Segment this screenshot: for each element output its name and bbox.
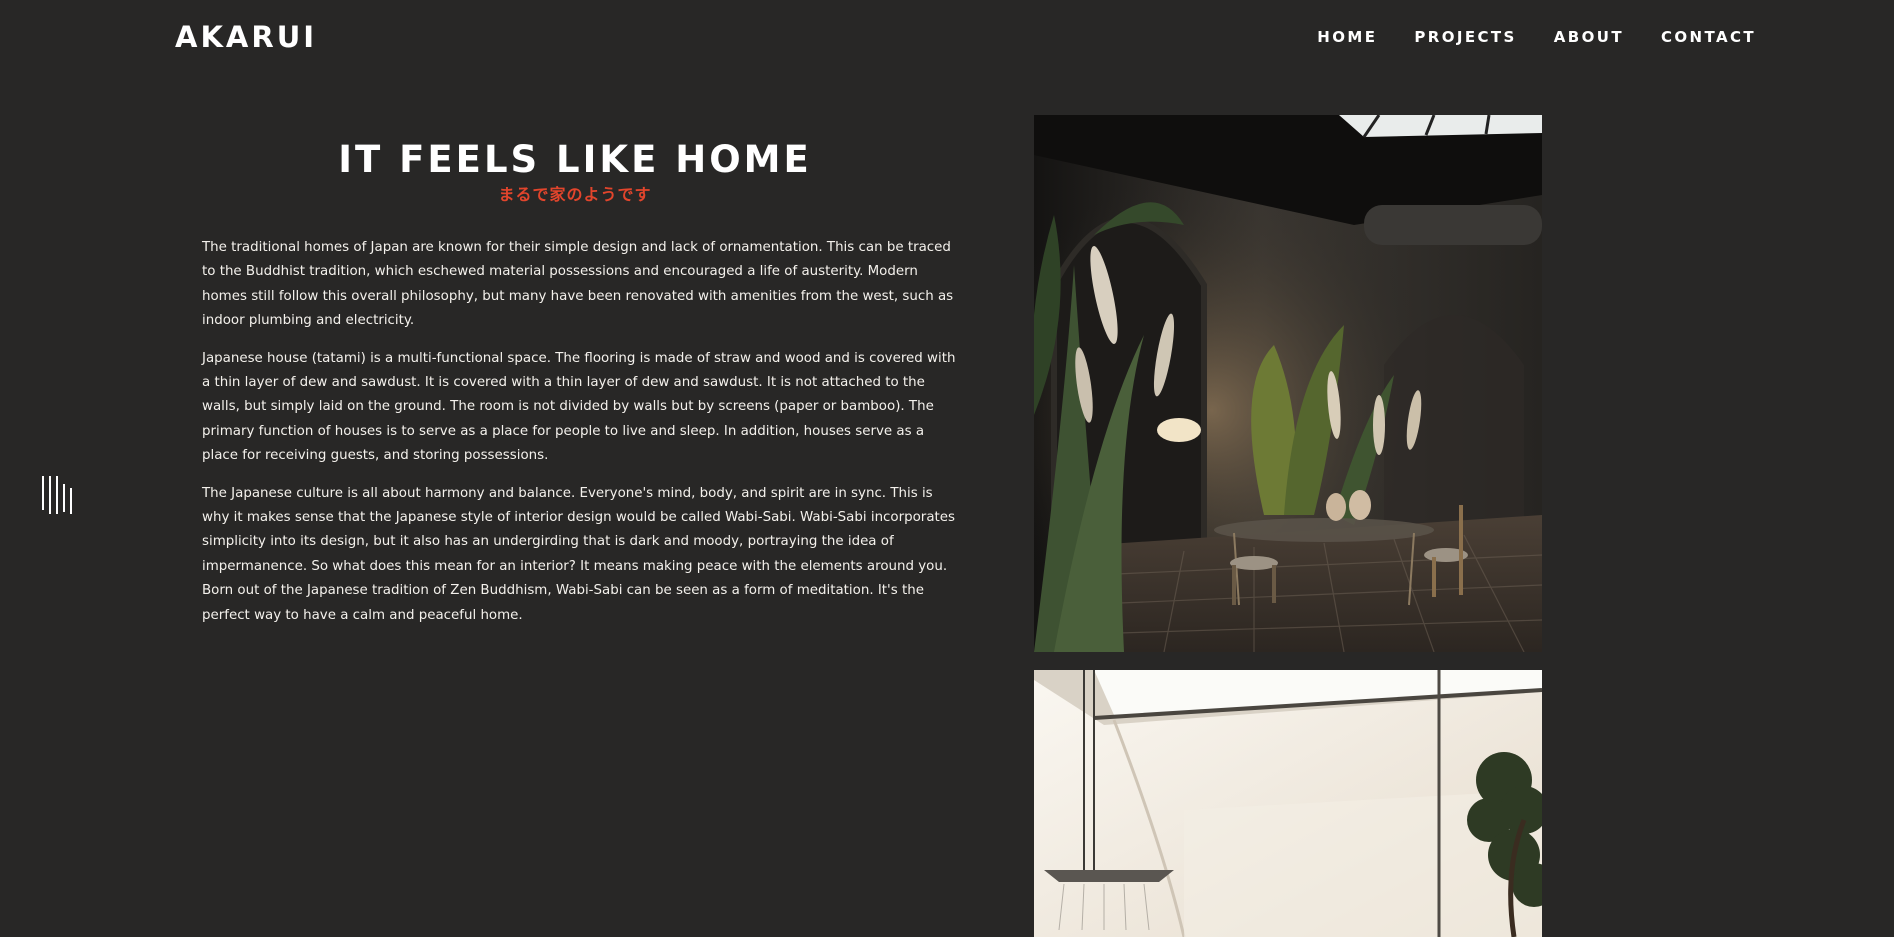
interior-photo-bathroom — [1034, 670, 1542, 937]
paragraph-1: The traditional homes of Japan are known… — [202, 240, 954, 329]
paragraph-2: Japanese house (tatami) is a multi-funct… — [202, 350, 956, 464]
nav-projects[interactable]: PROJECTS — [1414, 28, 1516, 46]
page-subtitle-japanese: まるで家のようです — [498, 185, 652, 204]
interior-photo-plants — [1034, 115, 1542, 652]
article-body: The traditional homes of Japan are known… — [202, 236, 962, 641]
nav-home[interactable]: HOME — [1317, 28, 1377, 46]
menu-lines-icon[interactable] — [42, 476, 76, 514]
page: AKARUI HOME PROJECTS ABOUT CONTACT IT FE… — [0, 0, 1894, 937]
nav-contact[interactable]: CONTACT — [1661, 28, 1756, 46]
paragraph-3: The Japanese culture is all about harmon… — [202, 485, 955, 623]
main-nav: HOME PROJECTS ABOUT CONTACT — [1317, 28, 1756, 46]
logo[interactable]: AKARUI — [175, 20, 317, 54]
page-title: IT FEELS LIKE HOME — [338, 138, 812, 181]
nav-about[interactable]: ABOUT — [1554, 28, 1624, 46]
